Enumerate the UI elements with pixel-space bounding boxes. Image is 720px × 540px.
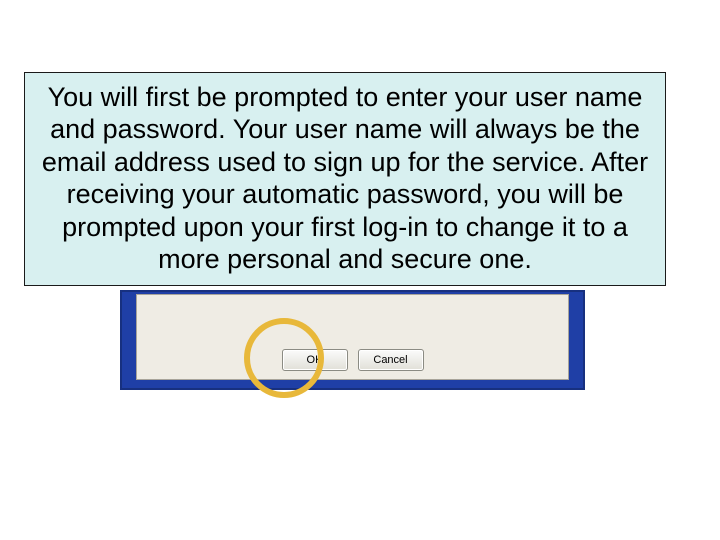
- ok-button[interactable]: OK: [282, 349, 348, 371]
- login-dialog-body: OK Cancel: [136, 294, 569, 380]
- login-dialog-backdrop: OK Cancel: [120, 290, 585, 390]
- cancel-button[interactable]: Cancel: [358, 349, 424, 371]
- instruction-text: You will first be prompted to enter your…: [35, 81, 655, 275]
- dialog-button-row: OK Cancel: [137, 349, 568, 371]
- instruction-callout: You will first be prompted to enter your…: [24, 72, 666, 286]
- slide-stage: OK Cancel You will first be prompted to …: [0, 0, 720, 540]
